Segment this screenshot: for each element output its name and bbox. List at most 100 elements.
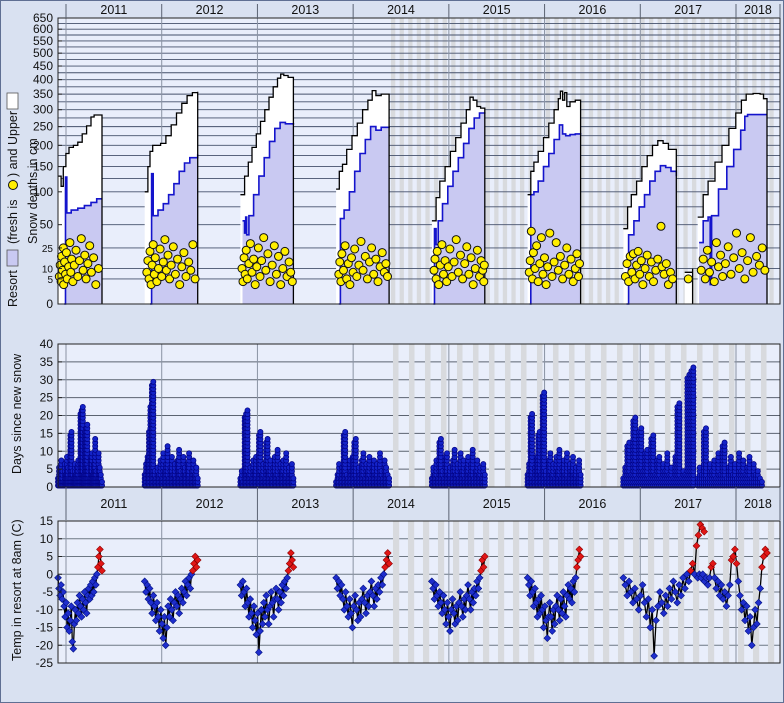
y-tick-label: 500: [33, 46, 53, 60]
fresh-snow-dot: [563, 244, 571, 252]
fresh-snow-dot: [461, 260, 469, 268]
year-label: 2013: [291, 497, 319, 511]
days-since-snow-dot: [181, 454, 186, 459]
days-since-snow-dot: [353, 436, 358, 441]
fresh-snow-dot: [749, 268, 757, 276]
days-since-snow-dot: [577, 458, 582, 463]
y-tick-label: 15: [40, 426, 54, 440]
fresh-snow-dot: [708, 258, 716, 266]
fresh-snow-dot: [351, 245, 359, 253]
fresh-snow-dot: [287, 268, 295, 276]
legend-upper-label: ) and Upper: [6, 111, 20, 177]
days-since-snow-dot: [187, 451, 192, 456]
days-since-snow-dot: [677, 401, 682, 406]
fresh-snow-dot: [161, 236, 169, 244]
y-tick-label: 0: [46, 297, 53, 311]
fresh-snow-dot: [174, 255, 182, 263]
days-since-snow-dot: [438, 436, 443, 441]
fresh-snow-dot: [575, 273, 583, 281]
fresh-snow-dot: [710, 278, 718, 286]
fresh-snow-dot: [187, 266, 195, 274]
y-tick-label: 25: [42, 244, 54, 255]
year-label: 2011: [100, 3, 127, 17]
snow-axis-title: Snow depths in cm: [26, 138, 40, 244]
y-tick-label: 250: [33, 120, 53, 134]
fresh-snow-dot: [357, 238, 365, 246]
fresh-snow-dot: [706, 268, 714, 276]
fresh-snow-dot: [285, 258, 293, 266]
upper-depth-area: [685, 269, 693, 305]
fresh-snow-dot: [573, 250, 581, 258]
days-since-snow-dot: [177, 447, 182, 452]
fresh-snow-dot: [556, 252, 564, 260]
days-since-snow-dot: [722, 440, 727, 445]
fresh-snow-dot: [634, 247, 642, 255]
fresh-snow-dot: [191, 275, 199, 283]
fresh-snow-dot: [266, 278, 274, 286]
y-tick-label: 0: [46, 567, 53, 581]
fresh-snow-dot: [533, 242, 541, 250]
fresh-snow-dot: [260, 234, 268, 242]
y-tick-label: 5: [46, 462, 53, 476]
fresh-snow-dot: [469, 281, 477, 289]
y-tick-label: 25: [40, 391, 54, 405]
fresh-snow-dot: [719, 273, 727, 281]
fresh-snow-dot: [733, 229, 741, 237]
days-since-snow-dot: [80, 404, 85, 409]
fresh-snow-dot: [72, 246, 80, 254]
days-since-snow-dot: [481, 462, 486, 467]
fresh-snow-dot: [90, 254, 98, 262]
fresh-snow-dot: [159, 258, 167, 266]
fresh-snow-dot: [77, 235, 85, 243]
fresh-snow-dot: [471, 265, 479, 273]
year-label: 2014: [387, 497, 415, 511]
fresh-snow-dot: [473, 246, 481, 254]
year-label: 2012: [196, 3, 224, 17]
days-since-snow-dot: [458, 451, 463, 456]
days-since-snow-dot: [85, 422, 90, 427]
fresh-snow-dot: [552, 239, 560, 247]
days-since-snow-dot: [265, 436, 270, 441]
fresh-snow-dot: [438, 241, 446, 249]
days-since-snow-dot: [384, 465, 389, 470]
year-label: 2015: [483, 497, 511, 511]
year-label: 2012: [196, 497, 224, 511]
fresh-snow-dot: [446, 245, 454, 253]
fresh-snow-dot: [699, 255, 707, 263]
fresh-snow-dot: [341, 242, 349, 250]
days-since-snow-dot: [452, 447, 457, 452]
fresh-snow-dot: [189, 241, 197, 249]
fresh-snow-dot: [156, 245, 164, 253]
fresh-snow-dot: [717, 251, 725, 259]
fresh-snow-dot: [281, 247, 289, 255]
days-since-snow-dot: [191, 458, 196, 463]
days-since-snow-dot: [548, 451, 553, 456]
fresh-snow-dot: [561, 261, 569, 269]
days-since-snow-dot: [284, 451, 289, 456]
days-since-snow-dot: [99, 479, 104, 484]
days-since-snow-dot: [737, 451, 742, 456]
y-tick-label: 35: [40, 355, 54, 369]
fresh-snow-dot: [721, 260, 729, 268]
fresh-snow-dot: [180, 249, 188, 257]
fresh-snow-dot: [452, 236, 460, 244]
y-tick-label: 20: [40, 409, 54, 423]
year-label: 2017: [674, 3, 702, 17]
days-since-snow-dot: [475, 458, 480, 463]
fresh-snow-dot: [746, 234, 754, 242]
days-since-snow-dot: [69, 429, 74, 434]
days-since-snow-dot: [542, 390, 547, 395]
y-tick-label: 0: [46, 480, 53, 494]
year-label: 2018: [744, 497, 772, 511]
fresh-snow-dot: [254, 244, 262, 252]
svg-text:Temp in resort at 8am (C): Temp in resort at 8am (C): [10, 519, 24, 661]
fresh-snow-dot: [270, 242, 278, 250]
svg-text:Snow depths in cm: Snow depths in cm: [26, 138, 40, 244]
fresh-snow-dot: [738, 249, 746, 257]
days-since-snow-dot: [387, 476, 392, 481]
fresh-snow-dot: [741, 275, 749, 283]
days-since-snow-dot: [759, 479, 764, 484]
days-since-snow-dot: [691, 365, 696, 370]
fresh-snow-dot: [758, 244, 766, 252]
y-tick-label: 450: [33, 59, 53, 73]
